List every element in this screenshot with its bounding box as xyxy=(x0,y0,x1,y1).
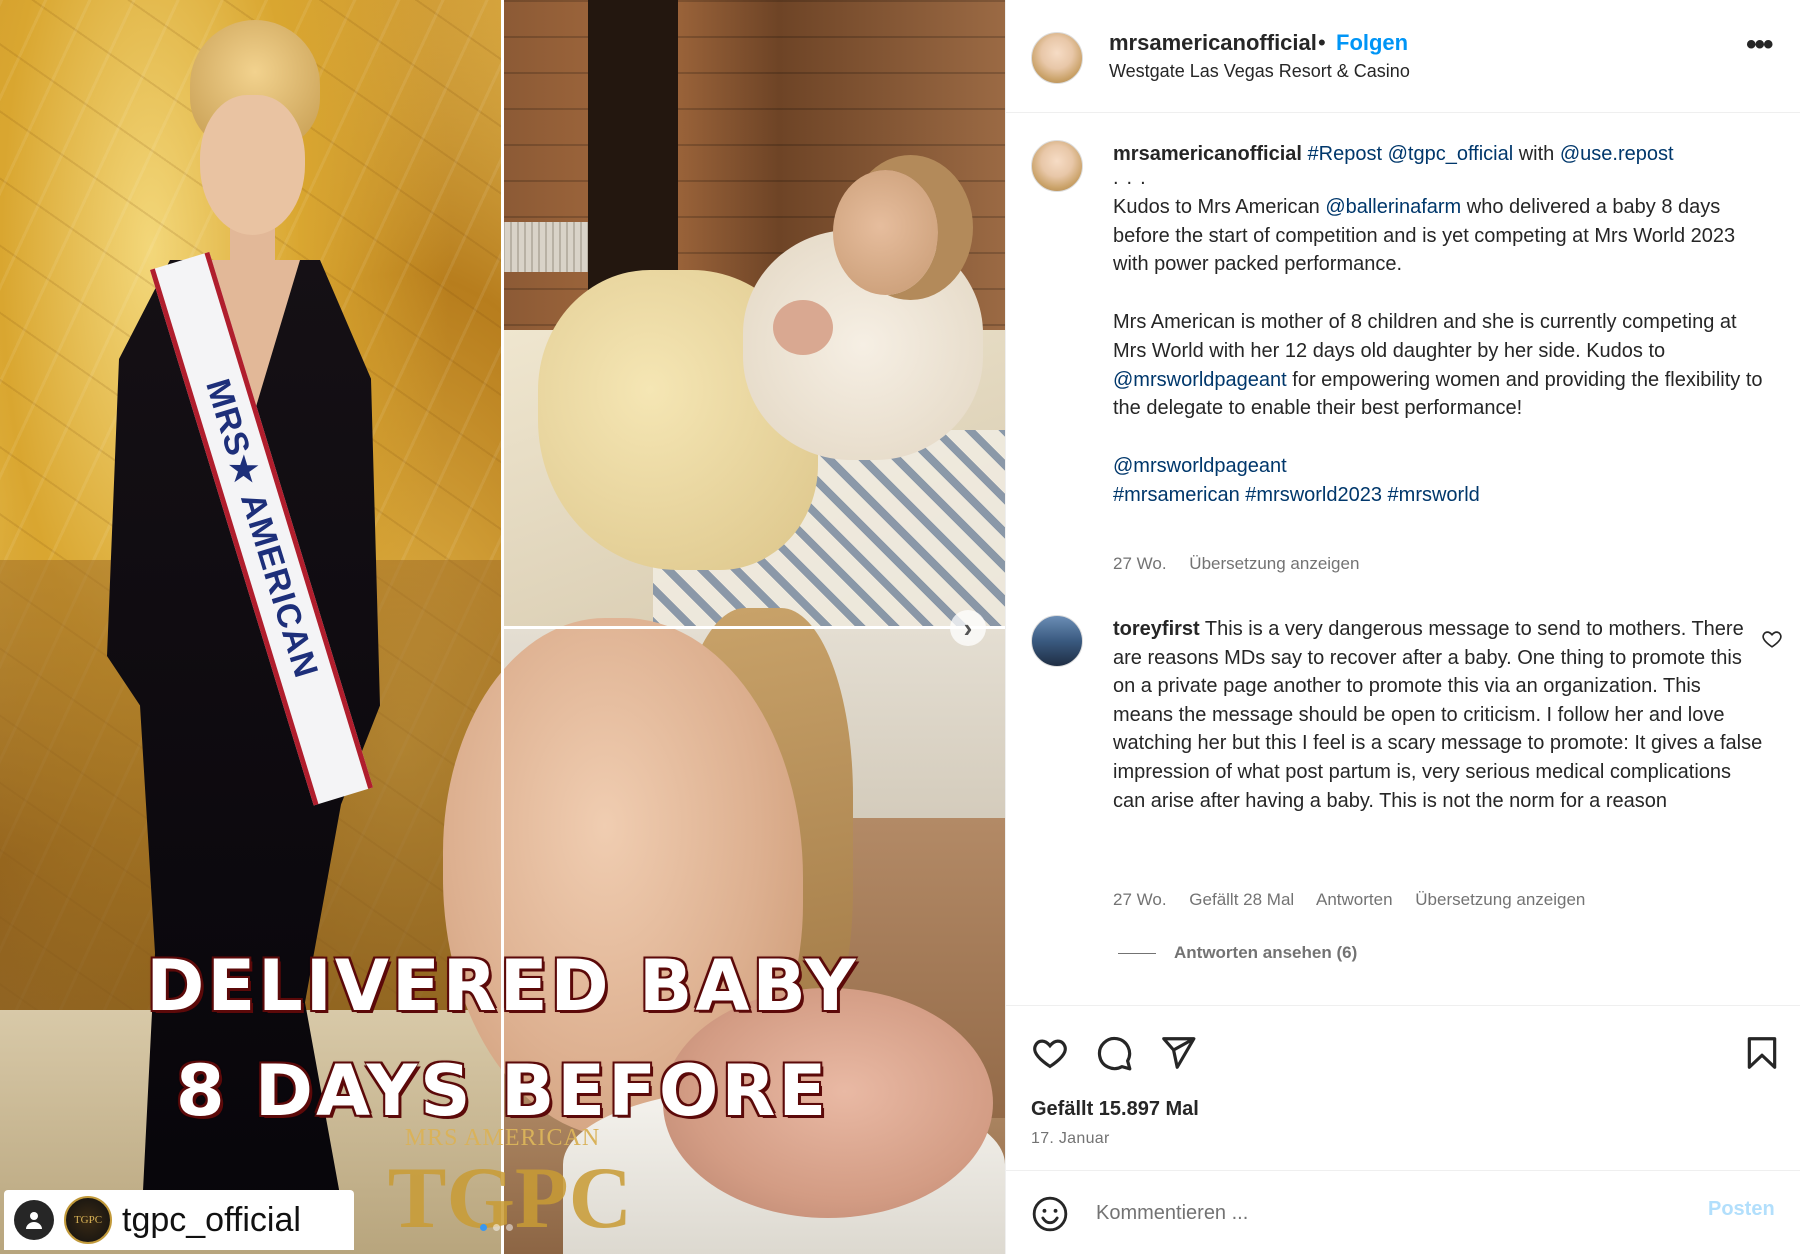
caption-meta: 27 Wo. Übersetzung anzeigen xyxy=(1113,554,1377,574)
carousel-next-button[interactable]: › xyxy=(950,610,986,646)
comment-icon[interactable] xyxy=(1095,1034,1133,1072)
follow-button[interactable]: Folgen xyxy=(1336,30,1408,56)
emoji-icon[interactable] xyxy=(1031,1195,1069,1233)
post-media[interactable]: MRS★ AMERICAN DELIVERED BABY 8 DAYS BEFO… xyxy=(0,0,1005,1254)
post-header: mrsamericanofficial • Folgen Westgate La… xyxy=(1006,0,1800,113)
repost-user-icon xyxy=(14,1200,54,1240)
carousel-indicator xyxy=(480,1224,513,1231)
view-replies-label: Antworten ansehen (6) xyxy=(1174,943,1358,962)
overlay-headline-line1: DELIVERED BABY xyxy=(146,945,859,1027)
tgpc-avatar: TGPC xyxy=(64,1196,112,1244)
post-actions: Gefällt 15.897 Mal 17. Januar xyxy=(1006,1005,1800,1170)
caption-mention[interactable]: @ballerinafarm xyxy=(1325,196,1461,218)
comment-input[interactable] xyxy=(1096,1193,1656,1233)
caption-username[interactable]: mrsamericanofficial xyxy=(1113,143,1302,165)
carousel-dot xyxy=(480,1224,487,1231)
post-sidebar: mrsamericanofficial • Folgen Westgate La… xyxy=(1005,0,1800,1254)
caption-mention[interactable]: @mrsworldpageant xyxy=(1113,369,1287,391)
commenter-avatar[interactable] xyxy=(1031,615,1083,667)
comment-time[interactable]: 27 Wo. xyxy=(1113,890,1167,909)
watermark-account-name: tgpc_official xyxy=(122,1200,301,1239)
comment-like-icon[interactable] xyxy=(1761,628,1783,650)
commenter-username[interactable]: toreyfirst xyxy=(1113,618,1200,640)
replies-line xyxy=(1118,952,1156,954)
more-horizontal-icon[interactable]: ••• xyxy=(1746,28,1773,62)
caption-translate-button[interactable]: Übersetzung anzeigen xyxy=(1189,554,1359,573)
caption-author-avatar[interactable] xyxy=(1031,140,1083,192)
repost-watermark: TGPC tgpc_official xyxy=(4,1190,354,1250)
add-comment-bar: Posten xyxy=(1006,1170,1800,1254)
caption-mention[interactable]: @mrsworldpageant xyxy=(1113,452,1773,481)
author-username[interactable]: mrsamericanofficial xyxy=(1109,30,1317,56)
overlay-headline-line2: 8 DAYS BEFORE xyxy=(175,1050,830,1132)
separator-dot: • xyxy=(1318,30,1326,55)
author-avatar[interactable] xyxy=(1031,32,1083,84)
photo-after-birth xyxy=(503,0,1005,628)
like-count[interactable]: Gefällt 15.897 Mal xyxy=(1031,1098,1199,1121)
comments-section[interactable]: mrsamericanofficial #Repost @tgpc_offici… xyxy=(1006,113,1800,1005)
collage-divider xyxy=(503,626,1005,629)
post-caption: mrsamericanofficial #Repost @tgpc_offici… xyxy=(1113,140,1773,510)
face xyxy=(200,95,305,235)
repost-mention[interactable]: @tgpc_official xyxy=(1388,143,1514,165)
baby-head xyxy=(773,300,833,355)
send-icon[interactable] xyxy=(1159,1034,1197,1072)
caption-hashtags[interactable]: #mrsamerican #mrsworld2023 #mrsworld xyxy=(1113,481,1773,510)
caption-with: with xyxy=(1518,143,1555,165)
comment-meta: 27 Wo. Gefällt 28 Mal Antworten Übersetz… xyxy=(1113,890,1603,910)
repost-hashtag[interactable]: #Repost xyxy=(1308,143,1383,165)
comment-item: toreyfirst This is a very dangerous mess… xyxy=(1113,615,1763,815)
mother-head xyxy=(833,170,938,295)
comment-text: This is a very dangerous message to send… xyxy=(1113,618,1763,812)
caption-ellipsis: ... xyxy=(1113,166,1154,189)
via-mention[interactable]: @use.repost xyxy=(1560,143,1674,165)
view-replies-button[interactable]: Antworten ansehen (6) xyxy=(1118,943,1357,963)
heart-icon[interactable] xyxy=(1031,1034,1069,1072)
bookmark-icon[interactable] xyxy=(1743,1034,1781,1072)
post-comment-button[interactable]: Posten xyxy=(1708,1198,1775,1221)
doorway xyxy=(588,0,678,300)
caption-text: Kudos to Mrs American xyxy=(1113,195,1326,218)
wall-vent xyxy=(503,222,588,272)
carousel-dot xyxy=(506,1224,513,1231)
comment-like-count[interactable]: Gefällt 28 Mal xyxy=(1189,890,1294,909)
caption-time[interactable]: 27 Wo. xyxy=(1113,554,1167,573)
tgpc-logo-overlay: TGPC xyxy=(387,1150,633,1247)
post-location[interactable]: Westgate Las Vegas Resort & Casino xyxy=(1109,61,1410,82)
comment-translate-button[interactable]: Übersetzung anzeigen xyxy=(1415,890,1585,909)
post-date[interactable]: 17. Januar xyxy=(1031,1130,1110,1148)
comment-reply-button[interactable]: Antworten xyxy=(1316,890,1393,909)
caption-text: Mrs American is mother of 8 children and… xyxy=(1113,310,1743,362)
carousel-dot xyxy=(493,1224,500,1231)
